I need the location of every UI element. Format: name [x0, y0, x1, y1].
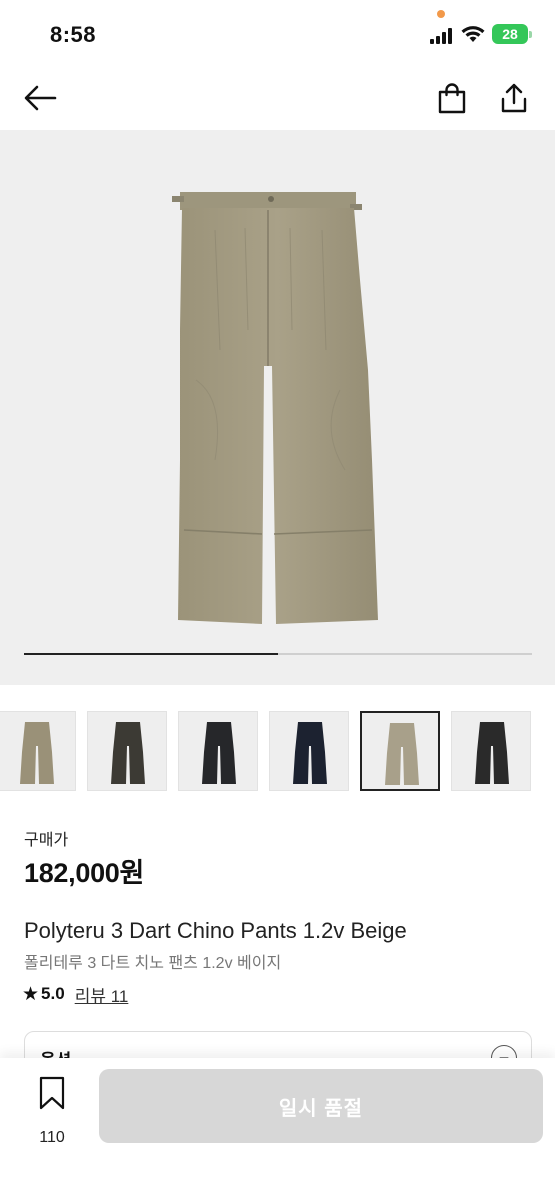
thumbnail-beige[interactable] — [360, 711, 440, 791]
thumbnail-navy[interactable] — [269, 711, 349, 791]
bookmark-icon — [39, 1076, 65, 1110]
shopping-bag-icon — [438, 83, 466, 114]
wifi-icon — [461, 26, 485, 42]
price: 182,000원 — [24, 858, 145, 888]
price-label: 구매가 — [24, 832, 69, 849]
share-icon — [501, 83, 527, 113]
nav-bar — [0, 70, 555, 128]
privacy-indicator-dot — [437, 10, 445, 18]
battery-icon: 28 — [492, 24, 528, 44]
battery-tip — [529, 31, 532, 38]
thumbnail-image — [293, 722, 327, 784]
bottom-action-bar: 110 일시 품절 — [0, 1058, 555, 1200]
cart-button[interactable] — [434, 80, 470, 116]
back-button[interactable] — [22, 80, 58, 116]
thumbnail-black[interactable] — [178, 711, 258, 791]
thumbnail-image — [202, 722, 236, 784]
cellular-signal-icon — [430, 28, 454, 44]
thumbnail-image — [20, 722, 54, 784]
status-time: 8:58 — [50, 22, 97, 47]
product-title-en: Polyteru 3 Dart Chino Pants 1.2v Beige — [24, 918, 407, 943]
thumbnail-charcoal-brown[interactable] — [87, 711, 167, 791]
wishlist-count: 110 — [39, 1129, 65, 1146]
rating-value: 5.0 — [41, 984, 65, 1003]
carousel-progress-fill — [24, 653, 278, 655]
sold-out-button[interactable]: 일시 품절 — [99, 1069, 543, 1143]
share-button[interactable] — [496, 80, 532, 116]
carousel-progress-track — [24, 653, 532, 655]
rating-row: ★ 5.0 리뷰 11 — [22, 982, 128, 1006]
thumbnail-image — [475, 722, 509, 784]
thumbnail-image — [385, 723, 419, 785]
arrow-left-icon — [24, 85, 57, 111]
thumbnail-beige[interactable] — [0, 711, 76, 791]
product-title-ko: 폴리테루 3 다트 치노 팬츠 1.2v 베이지 — [24, 955, 282, 972]
status-bar: 8:58 28 — [0, 0, 555, 70]
thumbnail-strip — [0, 711, 555, 793]
star-icon: ★ — [22, 983, 40, 1005]
reviews-link[interactable]: 리뷰 11 — [75, 982, 129, 1007]
product-image — [172, 192, 378, 624]
product-image-carousel[interactable] — [0, 130, 555, 685]
wishlist-button[interactable]: 110 — [24, 1076, 80, 1146]
thumbnail-image — [111, 722, 145, 784]
thumbnail-black[interactable] — [451, 711, 531, 791]
